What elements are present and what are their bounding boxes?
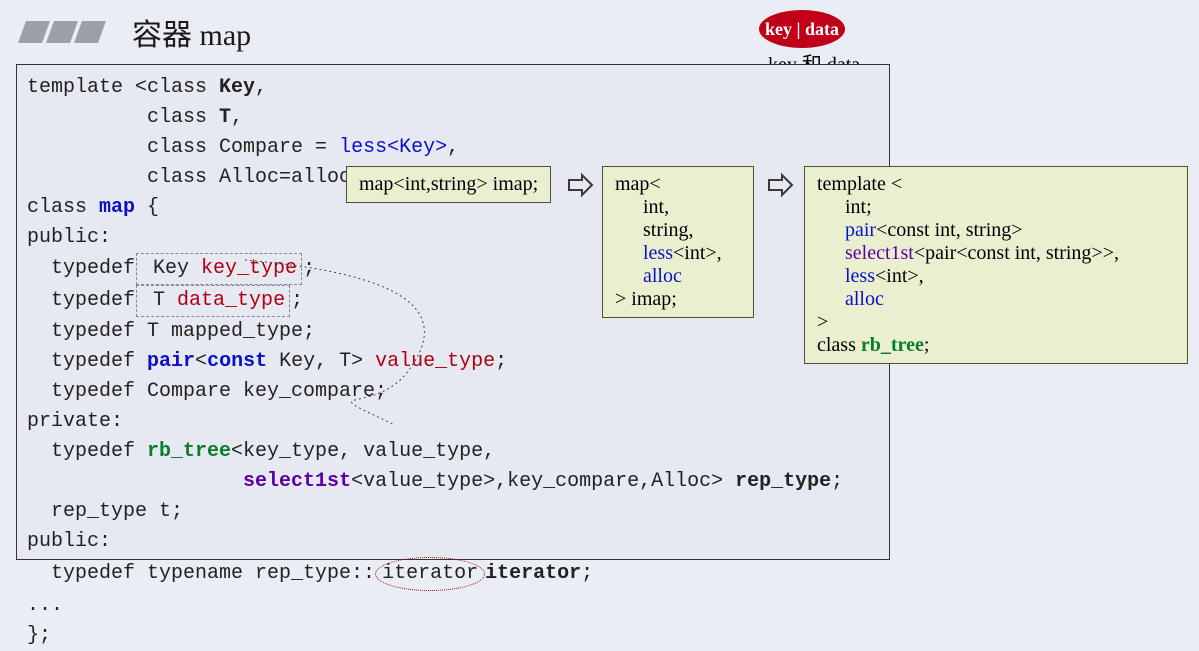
iterator-highlight: iterator xyxy=(375,557,485,591)
slide-title: 容器 map xyxy=(132,10,251,54)
example-decl-callout: map<int,string> imap; xyxy=(346,166,551,203)
decor-bars xyxy=(18,21,106,43)
rbtree-expansion-callout: template < int; pair<const int, string> … xyxy=(804,166,1188,364)
connector-arc xyxy=(240,255,500,435)
decor-bar xyxy=(74,21,106,43)
arrow-right-icon xyxy=(766,172,794,198)
decor-bar xyxy=(18,21,50,43)
decor-bar xyxy=(46,21,78,43)
example-decl-text: map<int,string> imap; xyxy=(359,173,538,195)
key-data-badge: key | data xyxy=(759,10,845,48)
arrow-right-icon xyxy=(566,172,594,198)
map-expansion-callout: map< int, string, less<int>, alloc > ima… xyxy=(602,166,754,318)
slide-header: 容器 map xyxy=(22,10,251,54)
